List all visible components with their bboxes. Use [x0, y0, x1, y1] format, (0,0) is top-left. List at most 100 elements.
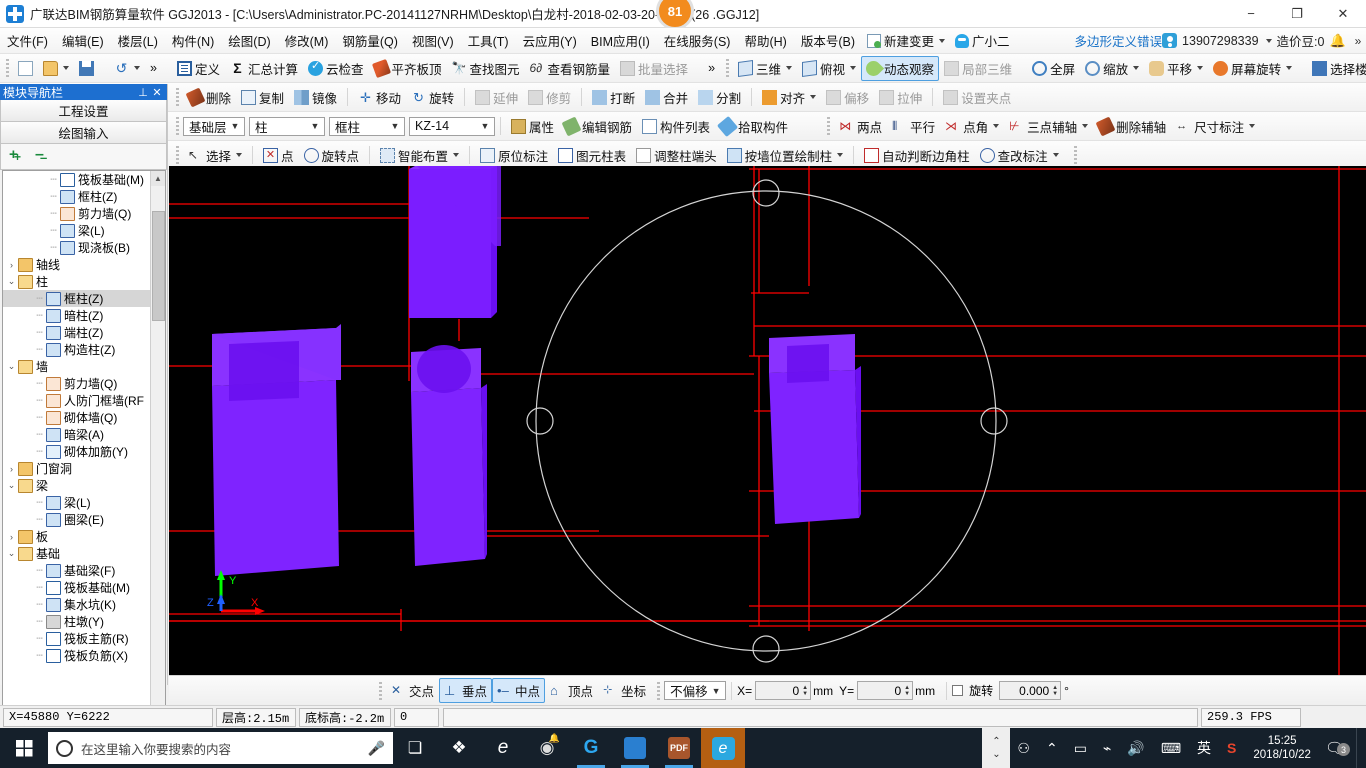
- menu-view[interactable]: 视图(V): [405, 28, 461, 53]
- undo-button[interactable]: ↺: [109, 56, 145, 81]
- snap-coordinate[interactable]: ⊹ 坐标: [598, 678, 651, 703]
- spin-down-icon[interactable]: ▼: [904, 691, 910, 697]
- category-select[interactable]: 柱 ▼: [249, 116, 325, 136]
- app-icon-3[interactable]: G: [569, 728, 613, 768]
- account-chevron-down-icon[interactable]: [1265, 38, 1272, 43]
- define-button[interactable]: 定义: [172, 56, 225, 81]
- scroll-up-icon[interactable]: ▲: [151, 171, 165, 186]
- tree-item[interactable]: ⌄ 梁: [3, 477, 151, 494]
- notification-badge[interactable]: 81: [656, 0, 694, 30]
- collapse-icon[interactable]: ⌄: [5, 276, 18, 287]
- dimension-button[interactable]: ↔ 尺寸标注: [1171, 114, 1260, 139]
- column-element-1[interactable]: [409, 166, 501, 318]
- tree-item[interactable]: ┄ 暗梁(A): [3, 426, 151, 443]
- member-select[interactable]: KZ-14 ▼: [409, 116, 495, 136]
- break-button[interactable]: 打断: [587, 85, 640, 110]
- bell-icon[interactable]: 🔔: [1329, 33, 1345, 49]
- tree-item[interactable]: ┄ 筏板主筋(R): [3, 630, 151, 647]
- smart-layout-button[interactable]: 智能布置: [375, 143, 464, 168]
- minimize-button[interactable]: −: [1228, 0, 1274, 28]
- local-3d-button[interactable]: 局部三维: [939, 56, 1017, 81]
- properties-button[interactable]: 属性: [506, 114, 559, 139]
- snap-intersection[interactable]: ✕ 交点: [386, 678, 439, 703]
- column-element-3[interactable]: [411, 345, 487, 566]
- view-overflow-button[interactable]: »: [703, 56, 720, 81]
- menu-modify[interactable]: 修改(M): [278, 28, 336, 53]
- volume-icon[interactable]: 🔊: [1120, 740, 1151, 757]
- offset-button[interactable]: 偏移: [821, 85, 874, 110]
- new-file-button[interactable]: [13, 56, 38, 81]
- tree-item[interactable]: ┄ 筏板负筋(X): [3, 647, 151, 664]
- tree-item[interactable]: ┄ 现浇板(B): [3, 239, 151, 256]
- snap-vertex[interactable]: ⌂ 顶点: [545, 678, 598, 703]
- tree-item[interactable]: ┄ 构造柱(Z): [3, 341, 151, 358]
- snap-perpendicular[interactable]: ⊥ 垂点: [439, 678, 493, 703]
- delete-button[interactable]: 删除: [183, 85, 236, 110]
- app-icon-1[interactable]: ❖: [437, 728, 481, 768]
- battery-icon[interactable]: ▭: [1067, 740, 1094, 757]
- y-spinner[interactable]: ▲ ▼: [904, 685, 910, 697]
- menu-member[interactable]: 构件(N): [165, 28, 221, 53]
- toolbar-grip[interactable]: [176, 117, 179, 135]
- tree-item-selected[interactable]: ┄ 框柱(Z): [3, 290, 151, 307]
- summary-calc-button[interactable]: Σ 汇总计算: [225, 56, 303, 81]
- split-button[interactable]: 分割: [693, 85, 746, 110]
- menu-tools[interactable]: 工具(T): [461, 28, 516, 53]
- show-desktop-button[interactable]: [1356, 728, 1362, 768]
- tab-project-settings[interactable]: 工程设置: [0, 100, 167, 122]
- maximize-button[interactable]: ❐: [1274, 0, 1320, 28]
- expand-all-icon[interactable]: [9, 146, 25, 164]
- tree-item[interactable]: ┄ 框柱(Z): [3, 188, 151, 205]
- app-icon-2[interactable]: ◉ 🔔: [525, 728, 569, 768]
- menu-draw[interactable]: 绘图(D): [221, 28, 277, 53]
- y-offset-input[interactable]: 0 ▲ ▼: [857, 681, 914, 700]
- sogou-ime-icon[interactable]: S: [1220, 740, 1243, 756]
- merge-button[interactable]: 合并: [640, 85, 693, 110]
- pick-member-button[interactable]: 拾取构件: [715, 114, 793, 139]
- view-rebar-button[interactable]: 6∂ 查看钢筋量: [525, 56, 616, 81]
- tree-item[interactable]: ┄ 柱墩(Y): [3, 613, 151, 630]
- menu-online[interactable]: 在线服务(S): [657, 28, 738, 53]
- standard-overflow-button[interactable]: »: [145, 56, 162, 81]
- notification-center-icon[interactable]: 🗨 3: [1321, 739, 1354, 757]
- check-edit-note-button[interactable]: 查改标注: [975, 143, 1064, 168]
- toolbar-grip[interactable]: [827, 117, 831, 135]
- ie-icon[interactable]: e: [701, 728, 745, 768]
- align-button[interactable]: 对齐: [757, 85, 821, 110]
- tree-item[interactable]: ⌄ 基础: [3, 545, 151, 562]
- toolbar-grip[interactable]: [726, 59, 730, 77]
- set-grip-button[interactable]: 设置夹点: [938, 85, 1016, 110]
- screen-rotate-button[interactable]: 屏幕旋转: [1208, 56, 1297, 81]
- chevron-up-icon[interactable]: ⌃: [992, 735, 1000, 748]
- menu-floor[interactable]: 楼层(L): [111, 28, 165, 53]
- trim-button[interactable]: 修剪: [523, 85, 576, 110]
- tree-vertical-scrollbar[interactable]: ▲ ▼: [150, 171, 165, 725]
- save-button[interactable]: [74, 56, 99, 81]
- tree-item[interactable]: ┄ 圈梁(E): [3, 511, 151, 528]
- microphone-icon[interactable]: 🎤: [368, 740, 385, 757]
- chevron-down-icon[interactable]: ⌄: [992, 748, 1000, 761]
- element-column-table-button[interactable]: 图元柱表: [553, 143, 631, 168]
- point-tool-button[interactable]: ✕ 点: [258, 143, 299, 168]
- tab-drawing-input[interactable]: 绘图输入: [0, 122, 167, 144]
- select-tool-button[interactable]: ↖ 选择: [183, 143, 247, 168]
- collapse-icon[interactable]: ⌄: [5, 548, 18, 559]
- pan-button[interactable]: 平移: [1144, 56, 1208, 81]
- rotate-spinner[interactable]: ▲ ▼: [1052, 685, 1058, 697]
- top-view-button[interactable]: 俯视: [797, 56, 861, 81]
- fullscreen-button[interactable]: 全屏: [1027, 56, 1080, 81]
- cloud-check-button[interactable]: 云检查: [303, 56, 369, 81]
- column-element-2[interactable]: [212, 324, 341, 576]
- menu-file[interactable]: 文件(F): [0, 28, 55, 53]
- chevron-up-icon[interactable]: ⌃: [1039, 740, 1065, 757]
- tree-item[interactable]: ┄ 梁(L): [3, 222, 151, 239]
- taskbar-clock[interactable]: 15:25 2018/10/22: [1245, 734, 1319, 762]
- dynamic-observe-button[interactable]: 动态观察: [861, 55, 940, 81]
- menu-edit[interactable]: 编辑(E): [55, 28, 111, 53]
- close-panel-icon[interactable]: ✕: [150, 86, 164, 99]
- adjust-column-end-button[interactable]: 调整柱端头: [631, 143, 722, 168]
- in-situ-note-button[interactable]: 原位标注: [475, 143, 553, 168]
- expand-icon[interactable]: ›: [5, 464, 18, 474]
- delete-axis-button[interactable]: 删除辅轴: [1093, 114, 1171, 139]
- auto-corner-column-button[interactable]: 自动判断边角柱: [859, 143, 975, 168]
